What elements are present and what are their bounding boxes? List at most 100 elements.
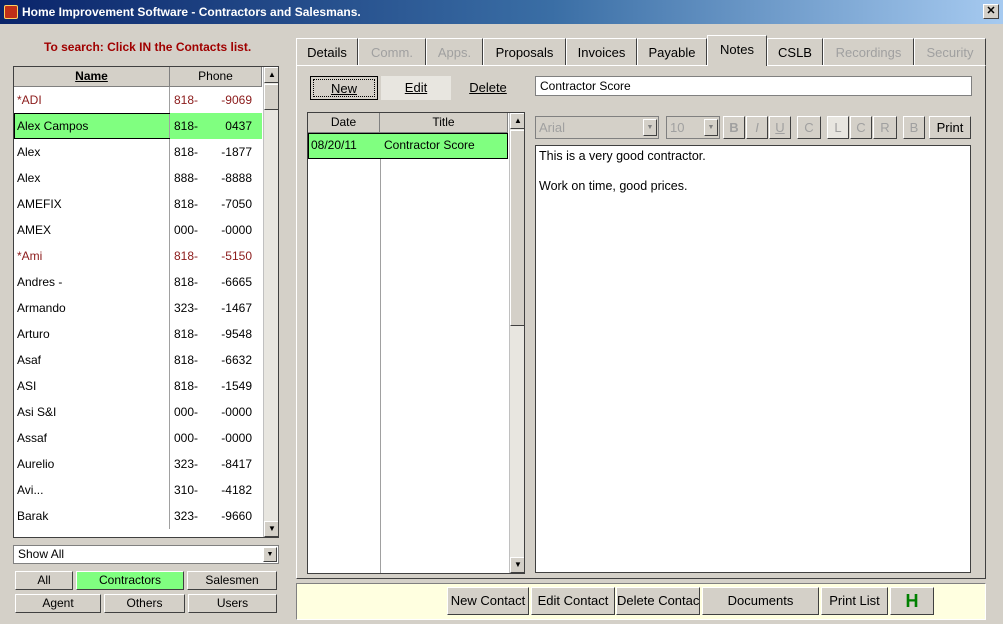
contact-row[interactable]: Arturo 818- -9548 [14,321,262,347]
contact-phone: 323- -1467 [170,295,262,321]
notes-list[interactable]: Date Title 08/20/11 Contractor Score ▲ ▼ [307,112,525,574]
align-right-button[interactable]: R [873,116,897,139]
contact-row[interactable]: AMEFIX 818- -7050 [14,191,262,217]
chevron-down-icon[interactable]: ▼ [643,119,657,136]
search-hint: To search: Click IN the Contacts list. [44,40,252,54]
italic-button[interactable]: I [746,116,768,139]
underline-button[interactable]: U [769,116,791,139]
scroll-down-icon[interactable]: ▼ [510,557,524,573]
align-left-button[interactable]: L [827,116,849,139]
phone-area-code: 818- [174,379,199,393]
contact-phone: 818- -9069 [170,87,262,113]
contact-phone: 000- -0000 [170,399,262,425]
tab-recordings[interactable]: Recordings [823,38,914,66]
contact-name: Alex Campos [14,113,170,139]
contacts-scrollbar[interactable]: ▲ ▼ [263,67,278,537]
contact-name: Avi... [14,477,170,503]
h-button[interactable]: H [890,587,934,615]
documents-button[interactable]: Documents [702,587,819,615]
filter-contractors-button[interactable]: Contractors [76,571,184,590]
contact-row[interactable]: Avi... 310- -4182 [14,477,262,503]
contacts-list[interactable]: Name Phone *ADI 818- -9069 Alex Campos 818- 0… [13,66,279,538]
scroll-thumb[interactable] [264,84,278,110]
color-button[interactable]: C [797,116,821,139]
note-row[interactable]: 08/20/11 Contractor Score [308,133,508,159]
edit-note-button[interactable]: Edit [381,76,451,100]
filter-all-button[interactable]: All [15,571,73,590]
scroll-thumb[interactable] [510,130,524,326]
contact-row[interactable]: Andres - 818- -6665 [14,269,262,295]
contact-phone: 310- -4182 [170,477,262,503]
phone-suffix: -9660 [221,509,252,523]
notes-scrollbar[interactable]: ▲ ▼ [509,113,524,573]
phone-area-code: 888- [174,171,199,185]
contact-name: *Ami [14,243,170,269]
contact-row[interactable]: Alex 818- -1877 [14,139,262,165]
phone-area-code: 818- [174,119,199,133]
tab-details[interactable]: Details [296,38,358,66]
print-list-button[interactable]: Print List [821,587,888,615]
phone-suffix: -8417 [221,457,252,471]
contact-row[interactable]: Assaf 000- -0000 [14,425,262,451]
contact-row[interactable]: Aurelio 323- -8417 [14,451,262,477]
print-note-button[interactable]: Print [929,116,971,139]
contact-row[interactable]: Alex 888- -8888 [14,165,262,191]
scroll-up-icon[interactable]: ▲ [264,67,278,83]
contact-phone: 818- -1549 [170,373,262,399]
delete-contact-button[interactable]: Delete Contact [616,587,700,615]
contact-row[interactable]: AMEX 000- -0000 [14,217,262,243]
filter-salesmen-button[interactable]: Salesmen [187,571,277,590]
phone-area-code: 818- [174,275,199,289]
contact-row[interactable]: Barak 323- -9660 [14,503,262,529]
contact-phone: 818- -6632 [170,347,262,373]
phone-suffix: -5150 [221,249,252,263]
scroll-up-icon[interactable]: ▲ [510,113,524,129]
bullet-button[interactable]: B [903,116,925,139]
column-header-title[interactable]: Title [380,113,508,133]
contact-name: Andres - [14,269,170,295]
close-button[interactable]: ✕ [983,4,999,19]
tab-comm[interactable]: Comm. [358,38,426,66]
tab-apps[interactable]: Apps. [426,38,483,66]
filter-users-button[interactable]: Users [188,594,277,613]
new-contact-button[interactable]: New Contact [447,587,529,615]
phone-suffix: -0000 [221,223,252,237]
tab-security[interactable]: Security [914,38,986,66]
filter-agent-button[interactable]: Agent [15,594,101,613]
column-header-name[interactable]: Name [14,67,170,87]
note-body-line: This is a very good contractor. [539,149,706,163]
tab-cslb[interactable]: CSLB [767,38,823,66]
tab-payable[interactable]: Payable [637,38,707,66]
edit-contact-button[interactable]: Edit Contact [531,587,615,615]
column-header-phone[interactable]: Phone [170,67,262,87]
filter-value: Show All [18,547,65,561]
contact-row[interactable]: Armando 323- -1467 [14,295,262,321]
delete-note-button[interactable]: Delete [453,76,523,100]
contact-name: Armando [14,295,170,321]
tab-notes[interactable]: Notes [707,35,767,66]
filter-select[interactable]: Show All ▼ [13,545,279,564]
phone-suffix: -4182 [221,483,252,497]
contact-row[interactable]: Asi S&I 000- -0000 [14,399,262,425]
note-editor[interactable]: This is a very good contractor. Work on … [535,145,971,573]
contact-row[interactable]: *ADI 818- -9069 [14,87,262,113]
chevron-down-icon[interactable]: ▼ [704,119,718,136]
contact-row[interactable]: Alex Campos 818- 0437 [14,113,262,139]
font-size-select[interactable]: 10 ▼ [666,116,720,139]
tab-proposals[interactable]: Proposals [483,38,566,66]
phone-suffix: -9548 [221,327,252,341]
contact-row[interactable]: Asaf 818- -6632 [14,347,262,373]
new-note-button[interactable]: New [310,76,378,100]
tab-invoices[interactable]: Invoices [566,38,637,66]
bold-button[interactable]: B [723,116,745,139]
note-title-input[interactable]: Contractor Score [535,76,972,96]
contact-row[interactable]: *Ami 818- -5150 [14,243,262,269]
align-center-button[interactable]: C [850,116,872,139]
filter-others-button[interactable]: Others [104,594,185,613]
contact-name: Arturo [14,321,170,347]
chevron-down-icon[interactable]: ▼ [263,547,277,562]
scroll-down-icon[interactable]: ▼ [264,521,278,537]
contact-row[interactable]: ASI 818- -1549 [14,373,262,399]
column-header-date[interactable]: Date [308,113,380,133]
font-select[interactable]: Arial ▼ [535,116,659,139]
